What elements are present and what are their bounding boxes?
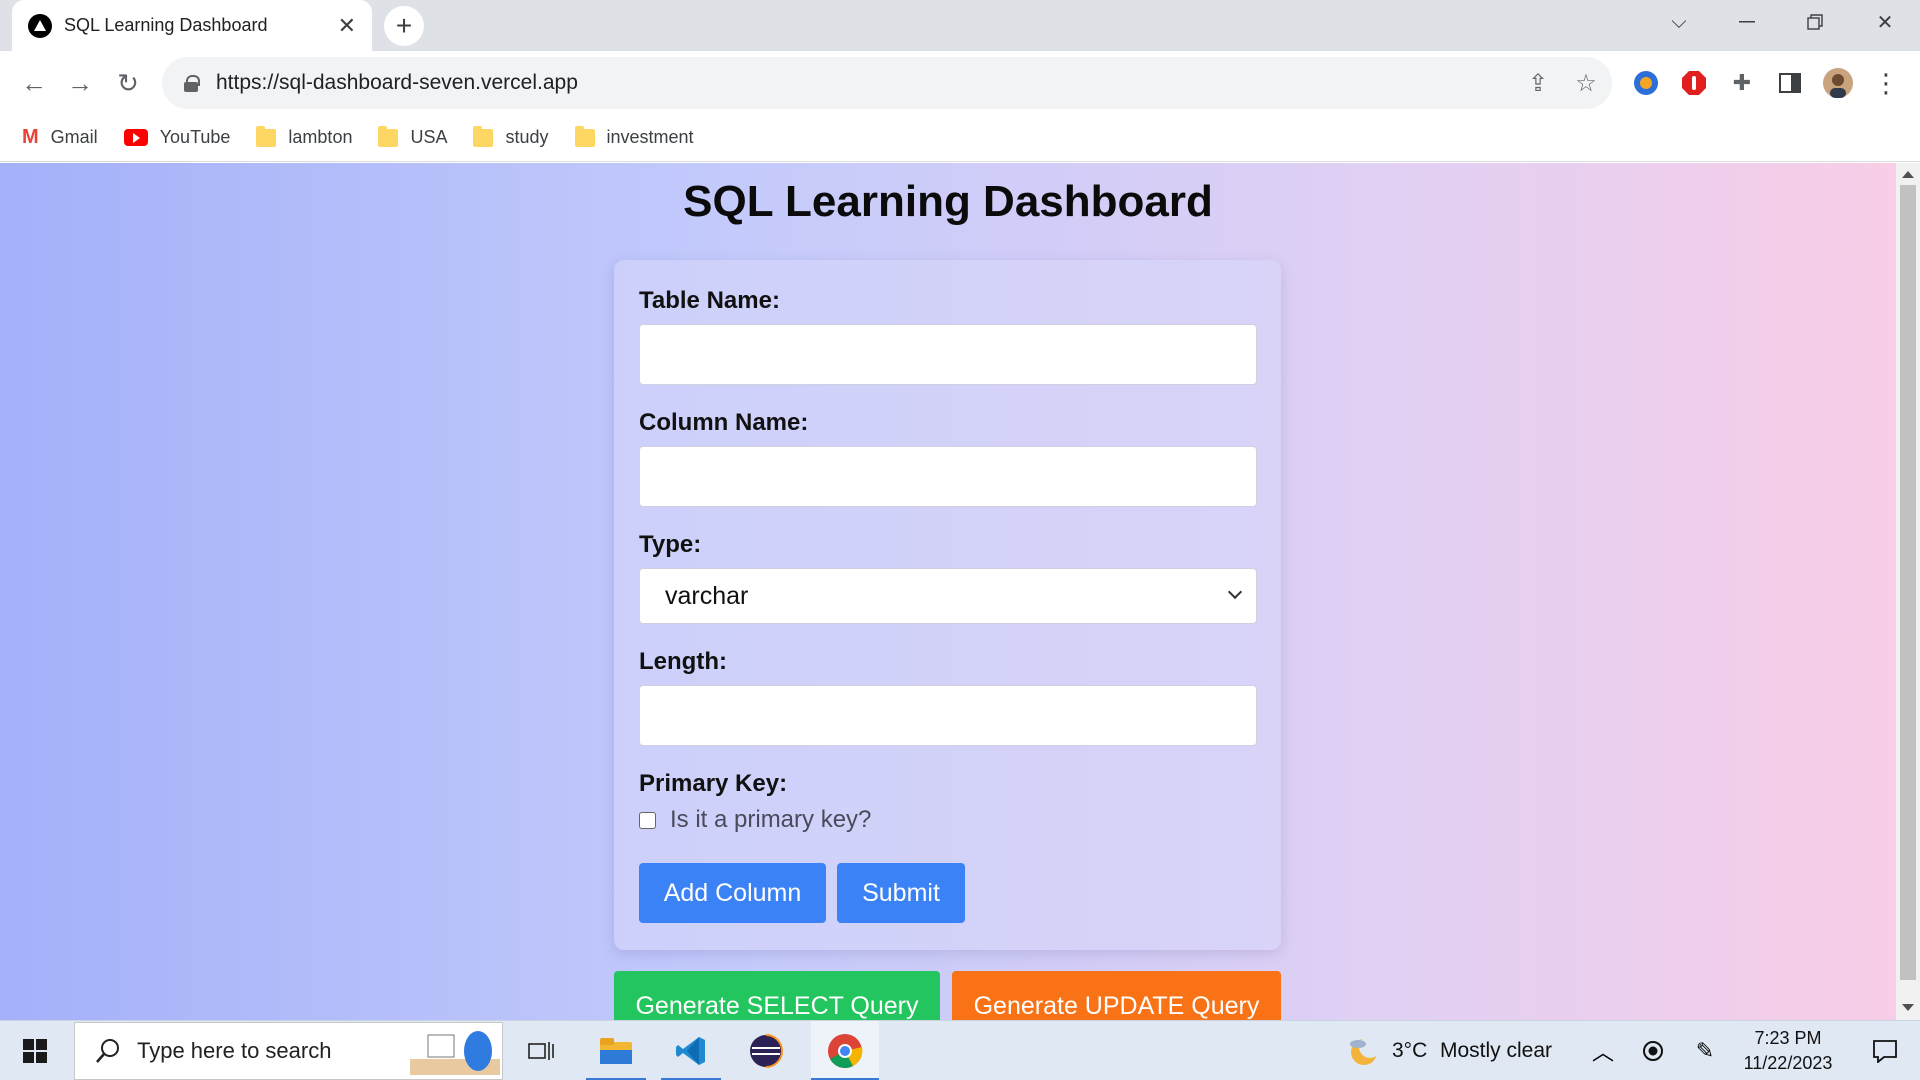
close-window-button[interactable]: ✕ [1850, 0, 1920, 44]
side-panel-icon[interactable] [1774, 67, 1806, 99]
lock-icon[interactable] [184, 75, 200, 92]
address-bar[interactable]: https://sql-dashboard-seven.vercel.app ⇪… [162, 57, 1612, 109]
file-explorer-icon[interactable] [586, 1021, 646, 1080]
clock-time: 7:23 PM [1754, 1028, 1822, 1048]
browser-tab[interactable]: SQL Learning Dashboard ✕ [12, 0, 372, 51]
bookmark-folder-investment[interactable]: investment [574, 125, 694, 148]
bookmark-label: Gmail [50, 127, 98, 147]
windows-taskbar: Type here to search 3°C Mostly clear ︿ ✎… [0, 1020, 1920, 1080]
pen-icon[interactable]: ✎ [1688, 1021, 1722, 1080]
bookmark-youtube[interactable]: YouTube [123, 127, 231, 148]
generate-update-query-button[interactable]: Generate UPDATE Query [952, 971, 1281, 1020]
weather-temperature[interactable]: 3°C [1392, 1039, 1427, 1063]
bookmark-folder-usa[interactable]: USA [378, 125, 448, 148]
bookmark-label: lambton [288, 127, 353, 147]
bookmark-gmail[interactable]: M Gmail [22, 126, 98, 149]
table-name-label: Table Name: [639, 287, 780, 314]
notification-center-icon[interactable] [1850, 1021, 1920, 1080]
generate-select-query-button[interactable]: Generate SELECT Query [614, 971, 940, 1020]
youtube-icon [123, 129, 148, 146]
page-scrollbar[interactable] [1896, 163, 1920, 1020]
chrome-menu-icon[interactable]: ⋮ [1870, 67, 1902, 99]
forward-arrow-icon[interactable]: → [60, 63, 100, 103]
folder-icon [378, 125, 399, 147]
table-form-card: Table Name: Column Name: Type: varchar L… [614, 260, 1281, 950]
folder-icon [473, 125, 494, 147]
taskbar-search-box[interactable]: Type here to search [74, 1022, 503, 1080]
type-select[interactable]: varchar [639, 568, 1257, 624]
minimize-button[interactable] [1712, 0, 1782, 44]
primary-key-checkbox-label[interactable]: Is it a primary key? [670, 806, 871, 834]
tab-title: SQL Learning Dashboard [64, 15, 268, 35]
browser-toolbar: ← → ↻ https://sql-dashboard-seven.vercel… [0, 51, 1920, 114]
bookmark-star-icon[interactable]: ☆ [1570, 67, 1602, 99]
type-select-value: varchar [665, 581, 749, 610]
profile-avatar[interactable] [1822, 67, 1854, 99]
taskbar-clock[interactable]: 7:23 PM 11/22/2023 [1736, 1021, 1840, 1080]
tab-strip: SQL Learning Dashboard ✕ + ⌵ ✕ [0, 0, 1920, 51]
add-column-button[interactable]: Add Column [639, 863, 826, 923]
tab-search-chevron-icon[interactable]: ⌵ [1644, 0, 1714, 44]
reload-icon[interactable]: ↻ [108, 63, 148, 103]
bookmark-folder-study[interactable]: study [473, 125, 549, 148]
vscode-icon[interactable] [661, 1021, 721, 1080]
primary-key-row: Is it a primary key? [639, 806, 871, 834]
bookmark-folder-lambton[interactable]: lambton [256, 125, 353, 148]
taskbar-search-placeholder[interactable]: Type here to search [137, 1038, 331, 1064]
show-hidden-icons-chevron-icon[interactable]: ︿ [1586, 1021, 1620, 1080]
restore-button[interactable] [1780, 0, 1850, 44]
length-input[interactable] [639, 685, 1257, 746]
scroll-thumb[interactable] [1900, 185, 1916, 980]
page-viewport: SQL Learning Dashboard Table Name: Colum… [0, 163, 1896, 1020]
scroll-up-arrow-icon[interactable] [1902, 171, 1914, 178]
weather-moon-icon[interactable] [1340, 1021, 1390, 1080]
tab-close-icon[interactable]: ✕ [338, 13, 356, 39]
bookmark-label: investment [606, 127, 694, 147]
column-name-label: Column Name: [639, 409, 809, 436]
folder-icon [256, 125, 277, 147]
eclipse-icon[interactable] [736, 1021, 796, 1080]
submit-button[interactable]: Submit [837, 863, 965, 923]
bookmark-label: USA [410, 127, 448, 147]
extension-blue-icon[interactable] [1630, 67, 1662, 99]
search-icon [96, 1039, 119, 1063]
vercel-favicon-icon [28, 13, 52, 38]
share-icon[interactable]: ⇪ [1522, 67, 1554, 99]
chevron-down-icon [1227, 584, 1243, 600]
page-title: SQL Learning Dashboard [683, 177, 1213, 226]
length-label: Length: [639, 648, 727, 675]
bookmark-label: study [505, 127, 549, 147]
scroll-down-arrow-icon[interactable] [1902, 1004, 1914, 1011]
table-name-input[interactable] [639, 324, 1257, 385]
bookmarks-bar: M Gmail YouTube lambton USA study invest… [0, 114, 1920, 162]
weather-description[interactable]: Mostly clear [1440, 1039, 1552, 1063]
primary-key-checkbox[interactable] [639, 811, 656, 829]
clock-date: 11/22/2023 [1743, 1053, 1833, 1073]
bookmark-label: YouTube [159, 127, 231, 147]
url-text[interactable]: https://sql-dashboard-seven.vercel.app [216, 71, 578, 95]
record-icon[interactable] [1636, 1021, 1670, 1080]
search-highlight-illustration-icon [410, 1031, 500, 1075]
new-tab-button[interactable]: + [384, 6, 424, 46]
chrome-taskbar-icon[interactable] [811, 1021, 879, 1080]
primary-key-label: Primary Key: [639, 770, 788, 797]
windows-logo-icon [23, 1039, 47, 1063]
start-button[interactable] [0, 1021, 70, 1080]
adblock-icon[interactable] [1678, 67, 1710, 99]
gmail-icon: M [22, 126, 39, 148]
task-view-icon[interactable] [516, 1021, 566, 1080]
folder-icon [574, 125, 595, 147]
column-name-input[interactable] [639, 446, 1257, 507]
extensions-puzzle-icon[interactable]: ✚ [1726, 67, 1758, 99]
type-label: Type: [639, 531, 702, 558]
back-arrow-icon[interactable]: ← [14, 63, 54, 103]
